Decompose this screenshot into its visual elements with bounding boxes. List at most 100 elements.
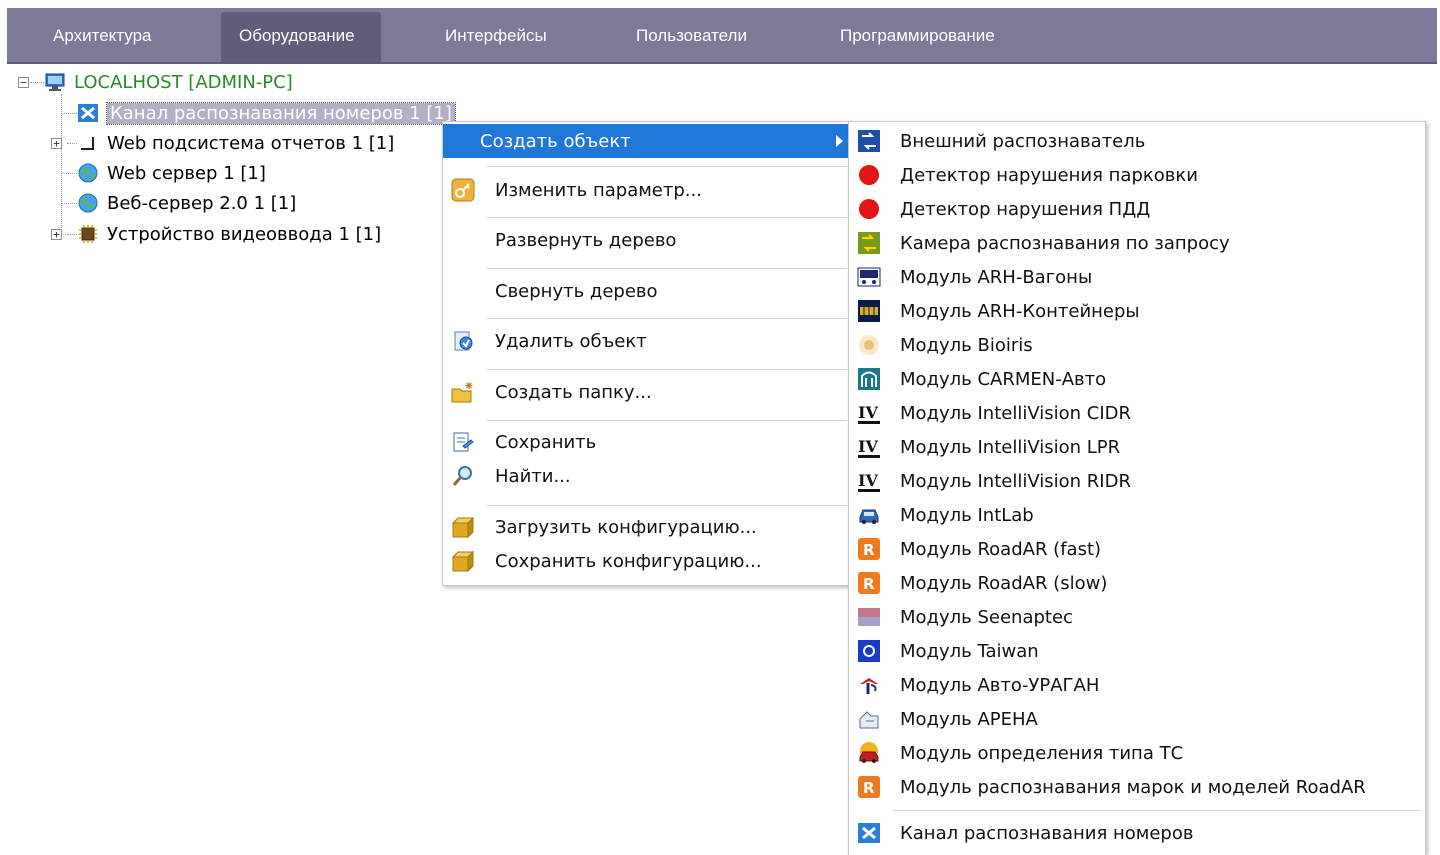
submenu-item-label: Детектор нарушения парковки (900, 164, 1198, 186)
submenu-item-on-demand-camera[interactable]: Камера распознавания по запросу (849, 226, 1423, 260)
menu-item-label: Удалить объект (495, 330, 647, 352)
submenu-item-intellivision-ridr[interactable]: IV Модуль IntelliVision RIDR (849, 464, 1423, 498)
submenu-item-label: Модуль ARH-Контейнеры (900, 300, 1140, 322)
roadar-icon: R (858, 572, 880, 594)
tab-hardware[interactable]: Оборудование (221, 12, 381, 62)
submenu-item-vehicle-type[interactable]: Модуль определения типа ТС (849, 736, 1423, 770)
root-collapse-toggle[interactable]: − (18, 77, 29, 88)
tree-root-label: LOCALHOST [ADMIN-PC] (74, 71, 293, 93)
submenu-item-carmen[interactable]: Модуль CARMEN-Авто (849, 362, 1423, 396)
tree-item-web-server-2[interactable]: Веб-сервер 2.0 1 [1] (77, 188, 296, 218)
submenu-item-arena[interactable]: Модуль АРЕНА (849, 702, 1423, 736)
on-demand-camera-icon (858, 232, 880, 254)
menu-item-label: Загрузить конфигурацию... (495, 516, 757, 538)
submenu-item-label: Модуль RoadAR (fast) (900, 538, 1102, 560)
submenu-item-external-recognizer[interactable]: Внешний распознаватель (849, 124, 1423, 158)
report-expand-toggle[interactable]: + (51, 138, 62, 149)
submenu-item-intlab[interactable]: Модуль IntLab (849, 498, 1423, 532)
tree-item-web-reports[interactable]: Web подсистема отчетов 1 [1] (77, 128, 394, 158)
menu-item-label: Свернуть дерево (495, 280, 658, 302)
submenu-item-plate-channel[interactable]: Канал распознавания номеров (849, 816, 1423, 850)
submenu-item-intellivision-lpr[interactable]: IV Модуль IntelliVision LPR (849, 430, 1423, 464)
tab-interfaces[interactable]: Интерфейсы (427, 12, 565, 62)
submenu-item-intellivision-cidr[interactable]: IV Модуль IntelliVision CIDR (849, 396, 1423, 430)
menu-item-label: Развернуть дерево (495, 229, 677, 251)
tree-item-label: Канал распознавания номеров 1 [1] (106, 101, 456, 125)
submenu-item-arh-containers[interactable]: Модуль ARH-Контейнеры (849, 294, 1423, 328)
menu-item-label: Создать папку... (495, 381, 652, 403)
menu-item-create-folder[interactable]: Создать папку... (443, 375, 849, 409)
menu-item-delete-object[interactable]: Удалить объект (443, 324, 849, 358)
svg-text:IV: IV (858, 471, 878, 490)
vehicle-type-icon (859, 742, 879, 763)
key-icon (451, 178, 475, 202)
chip-icon (79, 225, 97, 243)
save-icon (453, 432, 474, 452)
intellivision-icon: IV (858, 403, 880, 424)
tree-item-video-input[interactable]: Устройство видеоввода 1 [1] (77, 219, 381, 249)
submenu-item-taiwan[interactable]: Модуль Taiwan (849, 634, 1423, 668)
globe-icon (78, 193, 98, 213)
tree-item-web-server[interactable]: Web сервер 1 [1] (77, 158, 266, 188)
menu-item-expand-tree[interactable]: Развернуть дерево (443, 223, 849, 257)
computer-icon (45, 73, 65, 91)
menu-item-label: Создать объект (480, 130, 631, 152)
tree-item-label: Web подсистема отчетов 1 [1] (107, 132, 395, 154)
bioiris-icon (859, 335, 879, 355)
submenu-item-label: Модуль Авто-УРАГАН (900, 674, 1100, 696)
arena-icon (859, 711, 879, 729)
tab-users[interactable]: Пользователи (618, 12, 765, 62)
submenu-item-label: Модуль распознавания марок и моделей Roa… (900, 776, 1366, 798)
svg-text:IV: IV (858, 437, 878, 456)
submenu-item-label: Модуль IntelliVision LPR (900, 436, 1121, 458)
delete-icon (454, 331, 473, 351)
submenu-item-roadar-slow[interactable]: R Модуль RoadAR (slow) (849, 566, 1423, 600)
submenu-item-roadar-fast[interactable]: R Модуль RoadAR (fast) (849, 532, 1423, 566)
submenu-item-avto-uragan[interactable]: Модуль Авто-УРАГАН (849, 668, 1423, 702)
video-expand-toggle[interactable]: + (51, 229, 62, 240)
submenu-item-label: Детектор нарушения ПДД (900, 198, 1151, 220)
submenu-item-bioiris[interactable]: Модуль Bioiris (849, 328, 1423, 362)
submenu-item-seenaptec[interactable]: Модуль Seenaptec (849, 600, 1423, 634)
roadar-icon: R (858, 776, 880, 798)
menu-item-collapse-tree[interactable]: Свернуть дерево (443, 274, 849, 308)
intellivision-icon: IV (858, 471, 880, 492)
menu-item-find[interactable]: Найти... (443, 459, 849, 493)
top-tab-bar: Архитектура Оборудование Интерфейсы Поль… (7, 8, 1437, 64)
tree-item-label: Устройство видеоввода 1 [1] (107, 223, 382, 245)
external-recognizer-icon (858, 130, 880, 152)
menu-item-label: Найти... (495, 465, 571, 487)
red-dot-icon (859, 165, 879, 185)
submenu-arrow-icon (836, 135, 843, 147)
svg-text:IV: IV (858, 403, 878, 422)
menu-item-save-config[interactable]: Сохранить конфигурацию... (443, 544, 849, 578)
submenu-item-roadar-brands[interactable]: R Модуль распознавания марок и моделей R… (849, 770, 1423, 804)
taiwan-icon (858, 640, 880, 662)
menu-item-load-config[interactable]: Загрузить конфигурацию... (443, 510, 849, 544)
submenu-item-traffic-detector[interactable]: Детектор нарушения ПДД (849, 192, 1423, 226)
tree-root-localhost[interactable]: LOCALHOST [ADMIN-PC] (44, 67, 293, 97)
submenu-item-label: Модуль ARH-Вагоны (900, 266, 1093, 288)
menu-item-create-object[interactable]: Создать объект (443, 124, 849, 158)
report-icon (81, 137, 94, 150)
submenu-item-arh-wagons[interactable]: Модуль ARH-Вагоны (849, 260, 1423, 294)
plate-channel-icon (78, 104, 98, 122)
tree-item-label: Web сервер 1 [1] (107, 162, 266, 184)
car-icon (859, 509, 879, 524)
arh-wagons-icon (857, 267, 881, 287)
new-folder-icon (451, 382, 473, 403)
svg-text:R: R (863, 541, 875, 559)
submenu-item-label: Модуль CARMEN-Авто (900, 368, 1107, 390)
tab-architecture[interactable]: Архитектура (35, 12, 169, 62)
tree-item-plate-channel[interactable]: Канал распознавания номеров 1 [1] (77, 98, 456, 128)
submenu-item-parking-detector[interactable]: Детектор нарушения парковки (849, 158, 1423, 192)
menu-item-save[interactable]: Сохранить (443, 425, 849, 459)
hardware-tree: − + + LOCALHOST [ADMIN-PC] Канал распозн… (0, 66, 456, 266)
save-config-icon (451, 550, 475, 573)
context-menu: Создать объект Изменить параметр... Разв… (442, 121, 852, 586)
svg-text:R: R (863, 575, 875, 593)
tab-programming[interactable]: Программирование (822, 12, 1013, 62)
carmen-icon (858, 368, 880, 390)
submenu-item-label: Модуль Taiwan (900, 640, 1039, 662)
menu-item-edit-parameter[interactable]: Изменить параметр... (443, 173, 849, 207)
